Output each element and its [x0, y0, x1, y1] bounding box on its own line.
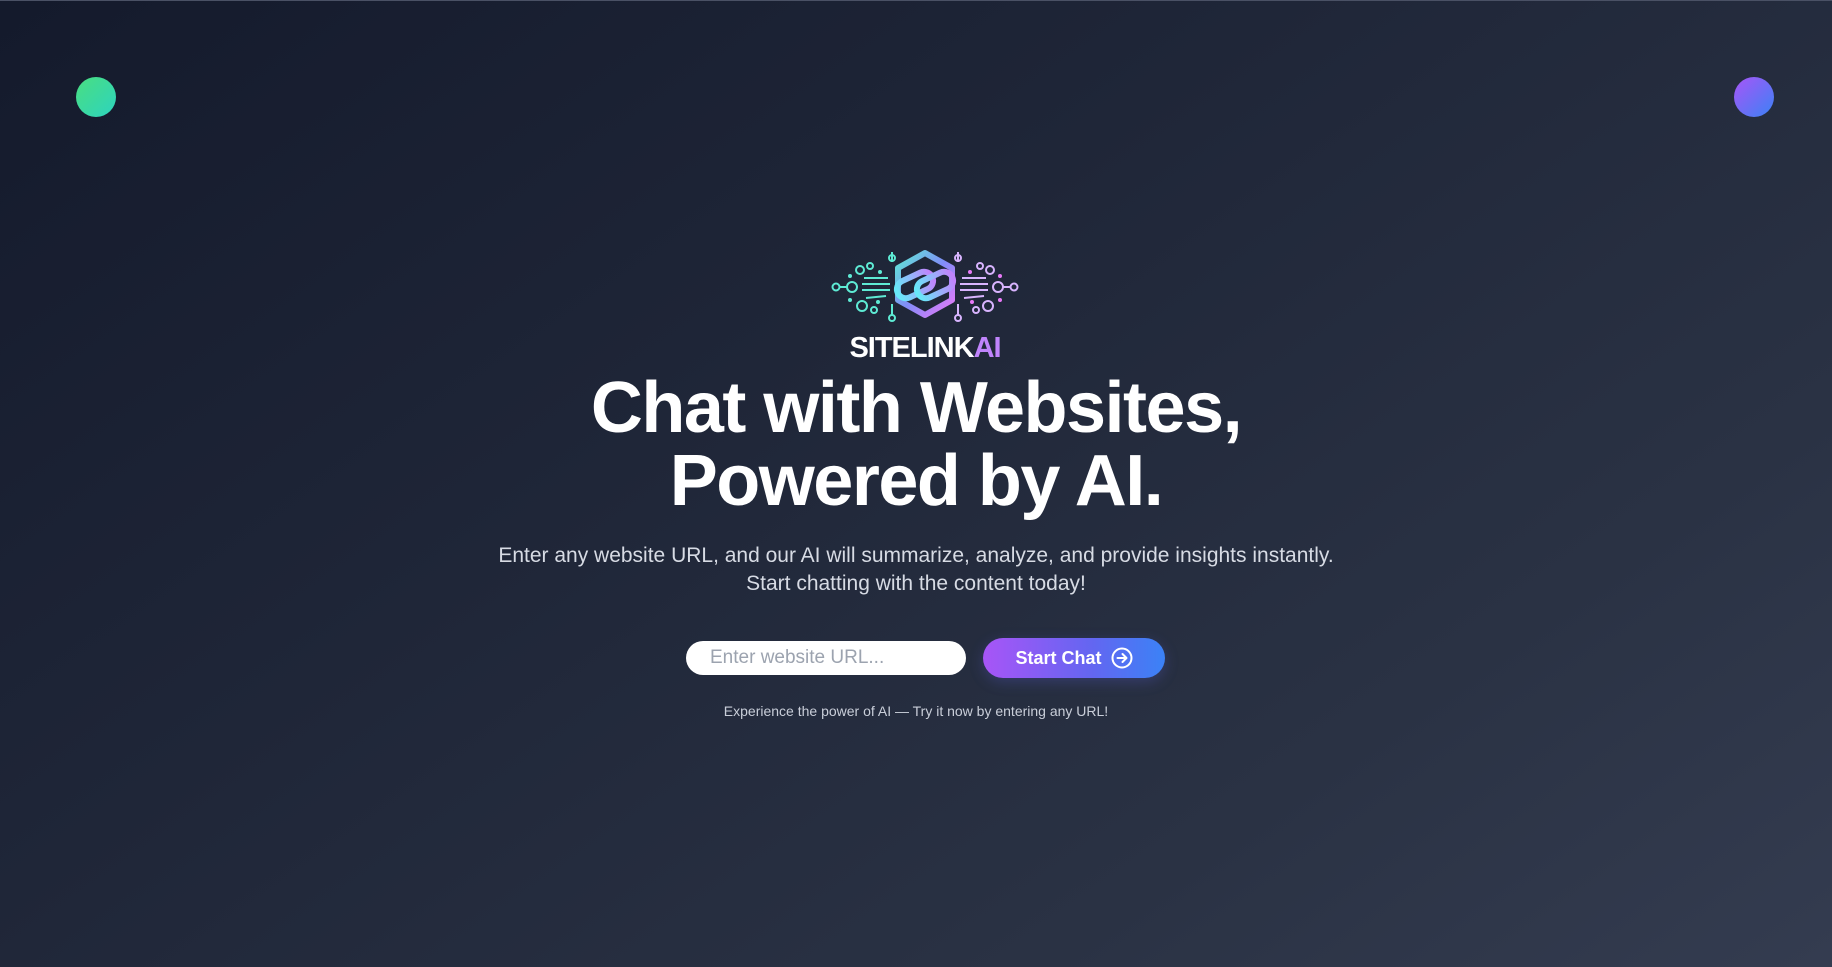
- start-chat-button[interactable]: Start Chat: [983, 638, 1165, 678]
- hero-headline: Chat with Websites, Powered by AI.: [0, 372, 1832, 518]
- start-chat-label: Start Chat: [1015, 647, 1102, 668]
- logo-text-main: SITELINK: [849, 332, 974, 364]
- logo-text-accent: AI: [973, 332, 1002, 364]
- arrow-right-circle-icon: [1111, 647, 1133, 669]
- hero-subtitle: Enter any website URL, and our AI will s…: [498, 544, 1334, 595]
- headline-line-2: Powered by AI.: [669, 441, 1164, 521]
- top-border: [0, 0, 1832, 1]
- logo-wordmark: SITELINKAI: [830, 332, 1020, 364]
- headline-line-1: Chat with Websites,: [590, 368, 1243, 448]
- green-orb-decoration: [76, 77, 116, 117]
- purple-orb-decoration: [1734, 77, 1774, 117]
- sitelink-ai-logo: SITELINKAI: [830, 248, 1020, 372]
- website-url-input[interactable]: [686, 641, 966, 675]
- hero-tagline: Experience the power of AI — Try it now …: [723, 703, 1109, 719]
- chain-link-circuit-icon: [831, 250, 1019, 322]
